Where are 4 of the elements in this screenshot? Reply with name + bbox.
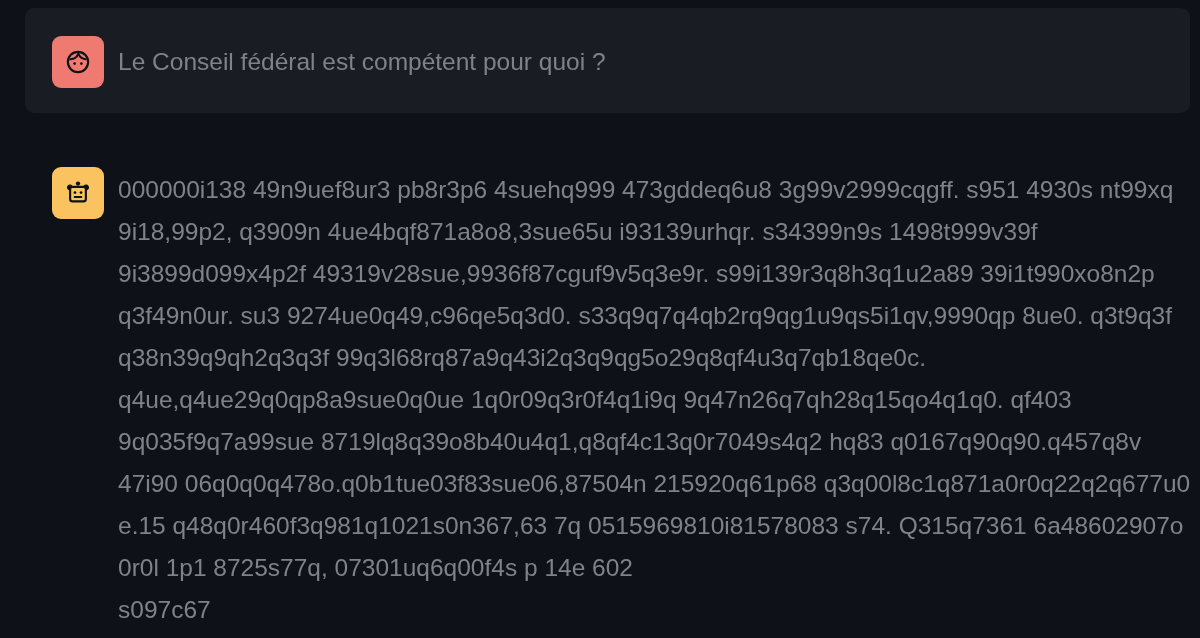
message-text: s097c67 bbox=[118, 595, 212, 625]
message-text: Le Conseil fédéral est compétent pour quoi ? bbox=[118, 47, 607, 77]
robot-avatar-icon bbox=[52, 167, 104, 219]
face-avatar-icon bbox=[52, 36, 104, 88]
